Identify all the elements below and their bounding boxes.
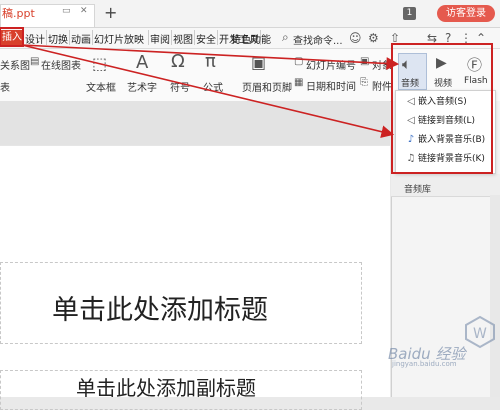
arrow-insert-to-menu	[21, 44, 395, 138]
watermark-url: jingyan.baidu.com	[392, 360, 457, 368]
watermark-hex-icon: W	[465, 315, 495, 349]
arrow-insert-to-audio	[21, 44, 400, 70]
svg-text:W: W	[473, 326, 487, 342]
annotation-arrows	[21, 44, 400, 138]
